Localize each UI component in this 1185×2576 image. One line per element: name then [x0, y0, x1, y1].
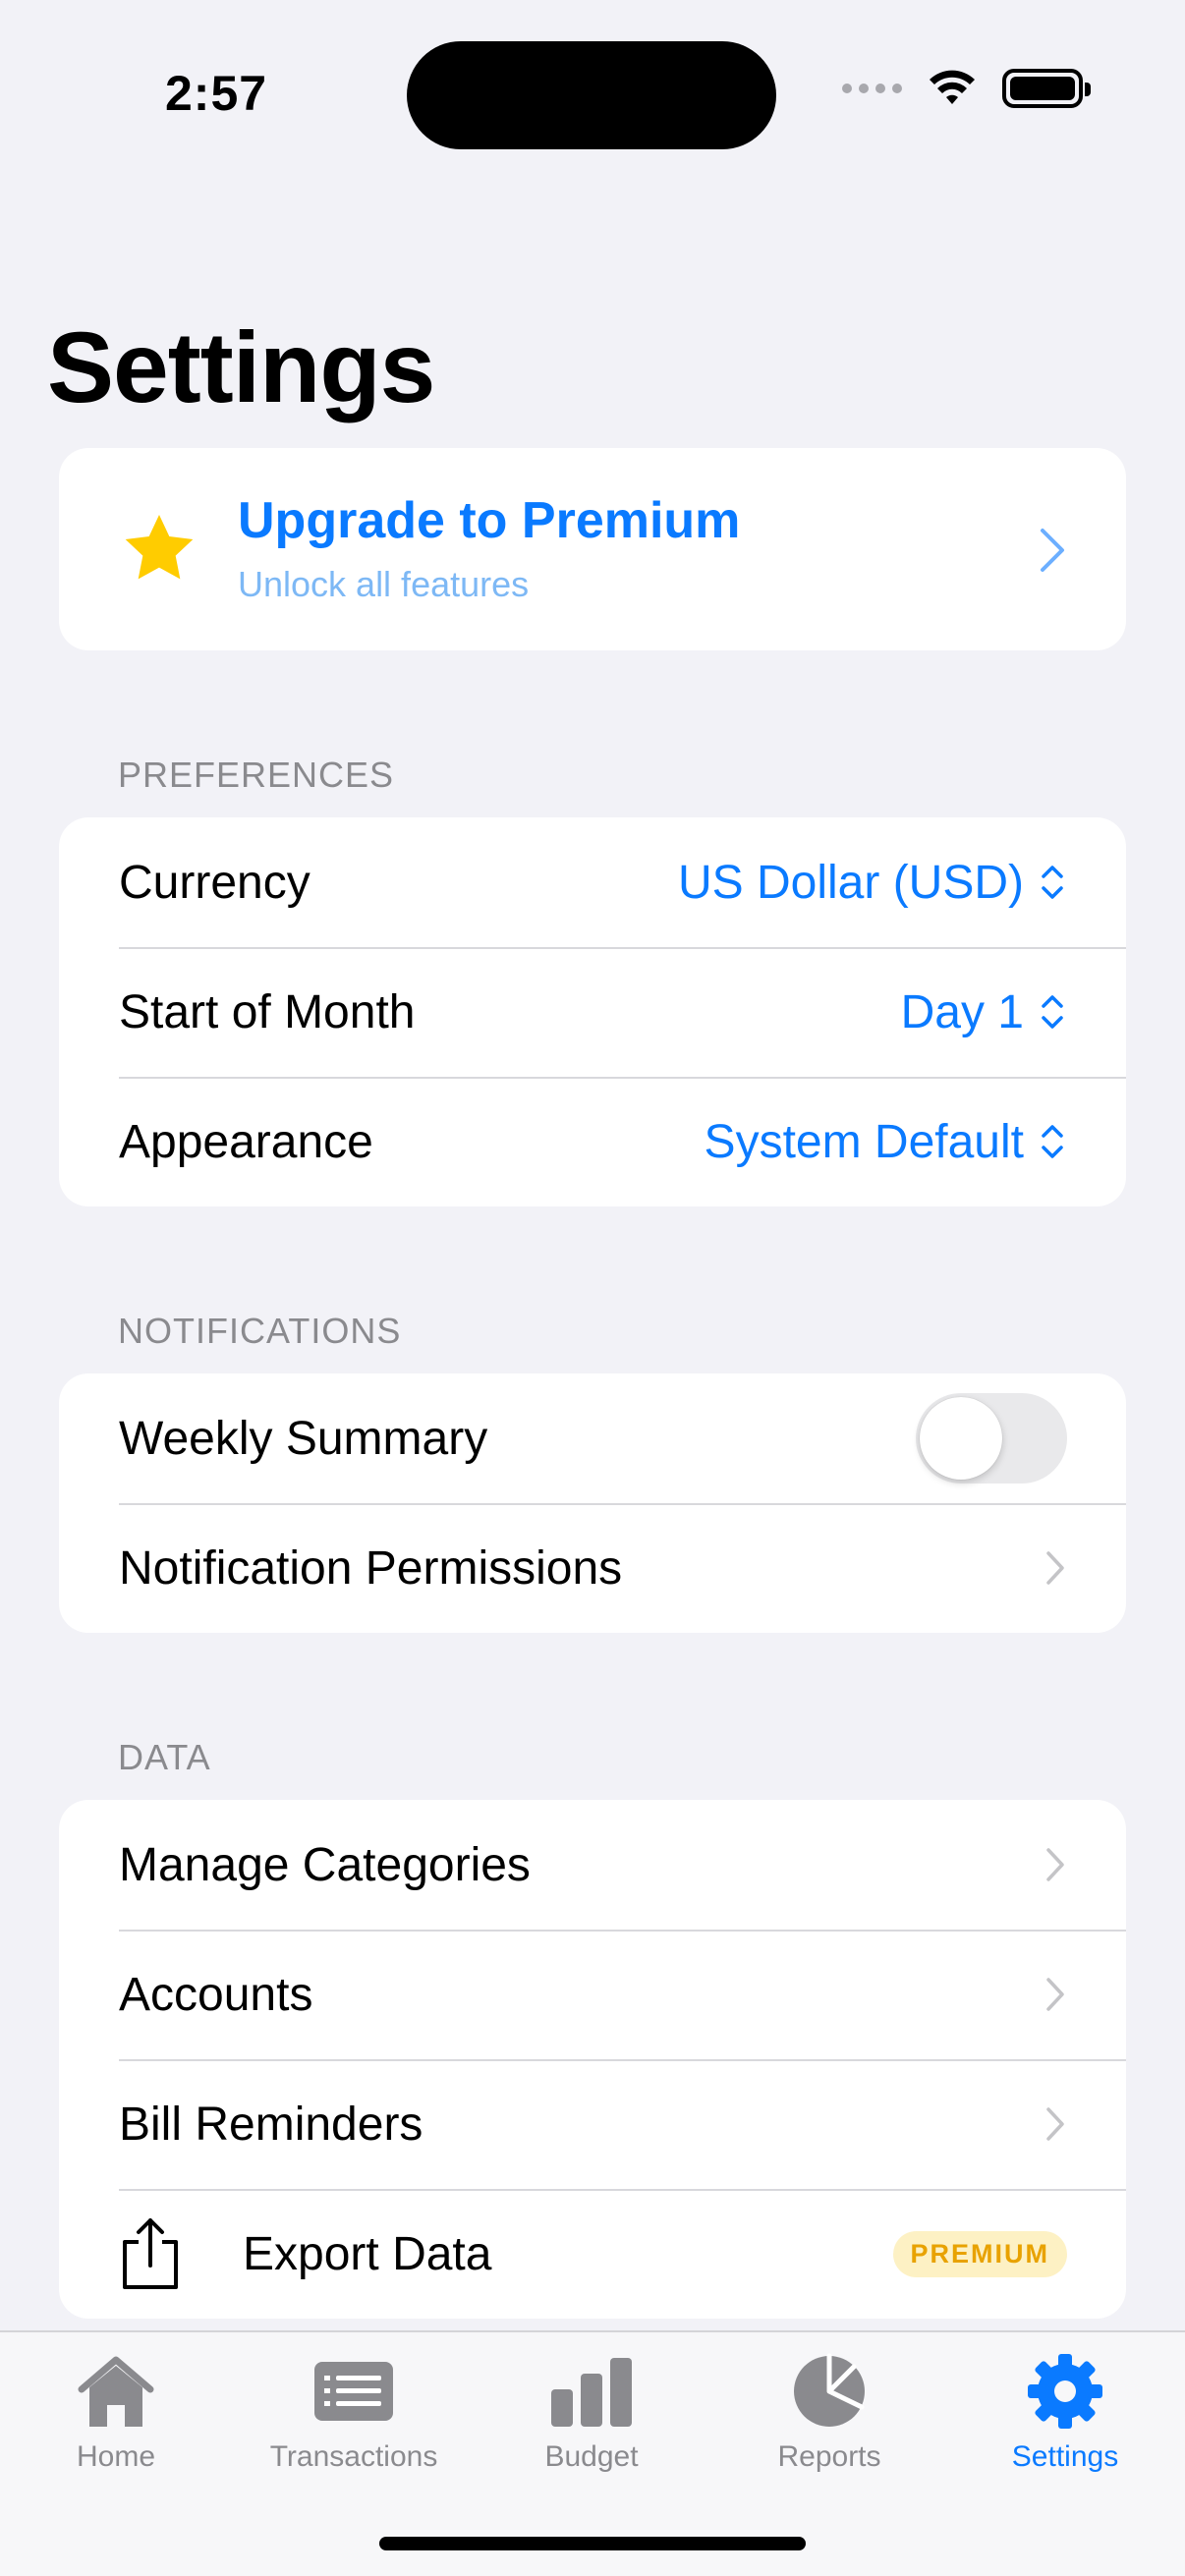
picker-value: Day 1: [900, 985, 1024, 1038]
weekly-summary-toggle[interactable]: [916, 1393, 1067, 1484]
section-header-preferences: PREFERENCES: [118, 755, 395, 795]
row-label: Weekly Summary: [119, 1412, 488, 1465]
tab-budget[interactable]: Budget: [493, 2352, 690, 2474]
picker-value: US Dollar (USD): [677, 856, 1024, 909]
row-weekly-summary: Weekly Summary: [59, 1373, 1126, 1503]
appearance-picker[interactable]: System Default: [705, 1115, 1067, 1169]
row-label: Start of Month: [119, 985, 416, 1038]
chevron-up-down-icon: [1042, 1125, 1063, 1158]
row-label: Manage Categories: [119, 1838, 531, 1891]
row-currency[interactable]: Currency US Dollar (USD): [59, 817, 1126, 947]
tab-label: Transactions: [269, 2440, 438, 2473]
chevron-up-down-icon: [1042, 866, 1063, 899]
row-label: Bill Reminders: [119, 2098, 423, 2151]
row-label: Currency: [119, 856, 310, 909]
gear-icon: [1028, 2354, 1102, 2429]
tab-settings[interactable]: Settings: [967, 2352, 1163, 2474]
chevron-right-icon: [1046, 1978, 1064, 2011]
row-notification-permissions[interactable]: Notification Permissions: [59, 1503, 1126, 1633]
row-label: Notification Permissions: [119, 1541, 623, 1595]
row-label: Appearance: [119, 1115, 373, 1168]
chevron-right-icon: [1046, 2107, 1064, 2141]
premium-badge: PREMIUM: [892, 2230, 1067, 2277]
list-icon: [314, 2362, 393, 2421]
row-accounts[interactable]: Accounts: [59, 1930, 1126, 2059]
pie-chart-icon: [794, 2353, 865, 2427]
bar-chart-icon: [551, 2358, 632, 2427]
chevron-right-icon: [1046, 1551, 1064, 1585]
chevron-up-down-icon: [1042, 995, 1063, 1029]
premium-title: Upgrade to Premium: [238, 492, 741, 549]
house-icon: [78, 2356, 154, 2427]
tab-label: Home: [76, 2440, 156, 2473]
status-icons: [842, 69, 1091, 108]
notifications-card: Weekly Summary Notification Permissions: [59, 1373, 1126, 1633]
home-indicator: [379, 2537, 806, 2550]
upgrade-premium-banner[interactable]: Upgrade to Premium Unlock all features: [59, 448, 1126, 650]
currency-picker[interactable]: US Dollar (USD): [678, 856, 1067, 910]
status-time: 2:57: [165, 66, 268, 121]
page-title: Settings: [47, 311, 435, 423]
row-appearance[interactable]: Appearance System Default: [59, 1077, 1126, 1206]
premium-subtitle: Unlock all features: [238, 564, 530, 604]
chevron-right-icon: [1046, 1848, 1064, 1881]
star-icon: [125, 515, 194, 580]
dynamic-island: [407, 41, 776, 149]
picker-value: System Default: [704, 1115, 1024, 1168]
tab-label: Budget: [544, 2440, 639, 2473]
tab-home[interactable]: Home: [18, 2352, 214, 2474]
row-start-of-month[interactable]: Start of Month Day 1: [59, 947, 1126, 1077]
row-manage-categories[interactable]: Manage Categories: [59, 1800, 1126, 1930]
battery-icon: [1002, 69, 1091, 108]
cellular-signal-icon: [842, 84, 902, 93]
settings-screen: 2:57 Settings Upgrade to Premium Unlock …: [0, 0, 1185, 2576]
tab-label: Reports: [777, 2440, 881, 2473]
tab-transactions[interactable]: Transactions: [255, 2352, 452, 2474]
section-header-notifications: NOTIFICATIONS: [118, 1311, 402, 1351]
section-header-data: DATA: [118, 1737, 211, 1777]
row-label: Export Data: [243, 2227, 492, 2280]
data-card: Manage Categories Accounts Bill Reminder…: [59, 1800, 1126, 2319]
tab-label: Settings: [1011, 2440, 1119, 2473]
chevron-right-icon: [1041, 529, 1064, 572]
tab-reports[interactable]: Reports: [731, 2352, 928, 2474]
row-label: Accounts: [119, 1968, 313, 2021]
preferences-card: Currency US Dollar (USD) Start of Month …: [59, 817, 1126, 1206]
wifi-icon: [930, 70, 975, 104]
row-bill-reminders[interactable]: Bill Reminders: [59, 2059, 1126, 2189]
share-icon: [123, 2218, 178, 2289]
row-export-data[interactable]: Export Data PREMIUM: [59, 2189, 1126, 2319]
start-of-month-picker[interactable]: Day 1: [901, 985, 1067, 1039]
